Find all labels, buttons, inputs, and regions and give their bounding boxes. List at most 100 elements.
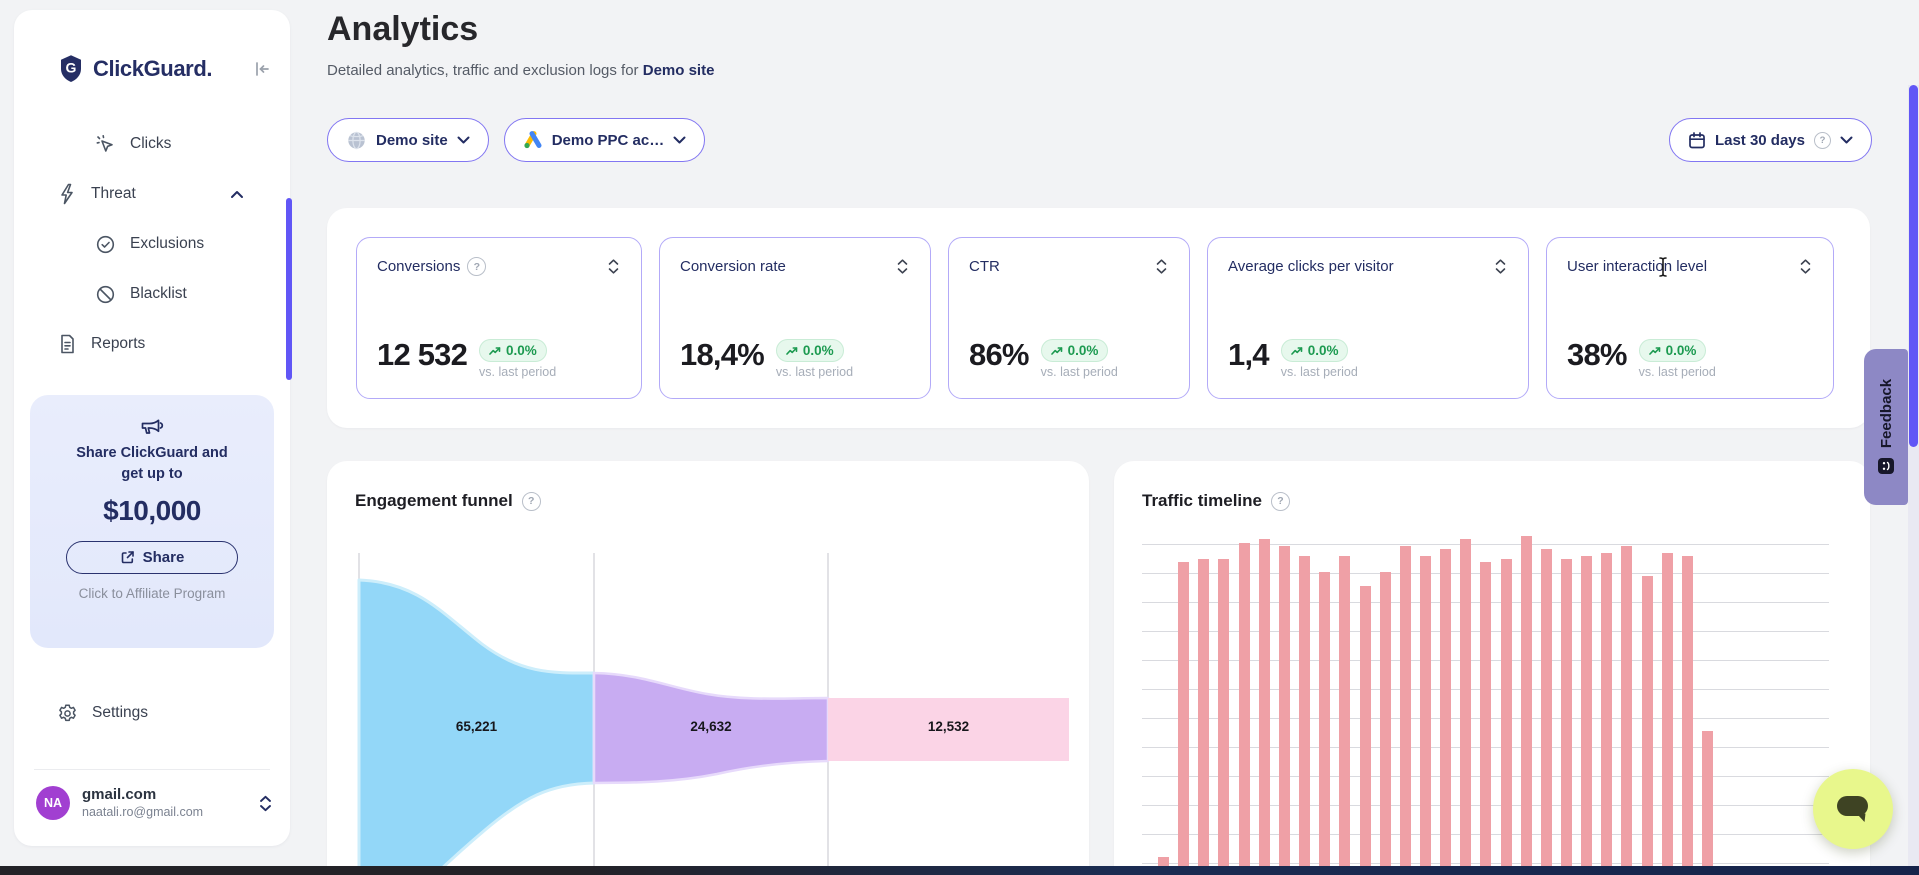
site-selector[interactable]: Demo site: [327, 118, 489, 162]
traffic-bar: [1581, 556, 1592, 875]
trend-up-icon: [786, 346, 798, 356]
traffic-bar: [1178, 562, 1189, 875]
traffic-bar: [1642, 576, 1653, 875]
gear-icon: [57, 703, 78, 724]
ban-icon: [95, 284, 116, 305]
sidebar-item-threat[interactable]: Threat: [14, 169, 290, 219]
trend-up-icon: [1291, 346, 1303, 356]
traffic-bar: [1682, 556, 1693, 875]
help-icon[interactable]: ?: [1814, 132, 1831, 149]
traffic-bar: [1319, 572, 1330, 875]
sidebar-item-exclusions[interactable]: Exclusions: [14, 219, 290, 269]
chevron-down-icon: [1840, 136, 1853, 144]
sidebar-item-blacklist[interactable]: Blacklist: [14, 269, 290, 319]
sidebar-item-clicks[interactable]: Clicks: [14, 119, 290, 169]
sort-icon[interactable]: [1798, 257, 1813, 276]
account-name: gmail.com: [82, 786, 203, 804]
funnel-stage-3-value: 12,532: [828, 719, 1069, 734]
traffic-bar: [1299, 556, 1310, 875]
svg-text:G: G: [66, 60, 77, 76]
funnel-title: Engagement funnel: [355, 491, 513, 511]
traffic-bar: [1239, 543, 1250, 875]
traffic-bar: [1440, 549, 1451, 875]
date-range-label: Last 30 days: [1715, 132, 1805, 149]
sidebar-item-reports[interactable]: Reports: [14, 319, 290, 369]
sidebar-collapse-button[interactable]: [252, 59, 272, 79]
kpi-label: User interaction level: [1567, 258, 1707, 275]
kpi-card-ctr: CTR 86% 0.0% vs. last period: [948, 237, 1190, 399]
share-button[interactable]: Share: [66, 541, 238, 574]
sidebar-item-label: Settings: [92, 704, 148, 722]
cursor-click-icon: [95, 134, 116, 155]
chevron-up-icon[interactable]: [230, 190, 244, 199]
kpi-delta-block: 0.0% vs. last period: [479, 339, 556, 379]
page-title: Analytics: [327, 10, 478, 49]
affiliate-promo-card[interactable]: Share ClickGuard and get up to $10,000 S…: [30, 395, 274, 648]
avatar: NA: [36, 786, 70, 820]
page-subtitle: Detailed analytics, traffic and exclusio…: [327, 62, 714, 79]
help-icon[interactable]: ?: [467, 257, 486, 276]
sort-icon[interactable]: [1154, 257, 1169, 276]
promo-caption: Click to Affiliate Program: [30, 586, 274, 601]
sidebar-item-settings[interactable]: Settings: [14, 689, 290, 737]
help-icon[interactable]: ?: [522, 492, 541, 511]
chevron-down-icon: [457, 136, 470, 144]
traffic-bars: [1142, 536, 1829, 875]
trend-badge: 0.0%: [1041, 339, 1109, 362]
date-range-selector[interactable]: Last 30 days ?: [1669, 118, 1872, 162]
kpi-value: 12 532: [377, 339, 467, 372]
share-button-label: Share: [143, 549, 185, 566]
kpi-panel: Conversions ? 12 532 0.0% vs. last perio…: [327, 208, 1870, 428]
chevron-up-down-icon: [259, 795, 272, 812]
traffic-bar: [1198, 559, 1209, 875]
kpi-delta-block: 0.0% vs. last period: [1281, 339, 1358, 379]
kpi-label: CTR: [969, 258, 1000, 275]
lightning-icon: [57, 183, 77, 205]
traffic-bar: [1279, 546, 1290, 875]
calendar-icon: [1688, 131, 1706, 150]
funnel-stage-1-value: 65,221: [359, 719, 594, 734]
traffic-bar: [1501, 559, 1512, 875]
feedback-label: Feedback: [1878, 379, 1895, 448]
ppc-account-label: Demo PPC ac…: [552, 132, 665, 149]
traffic-bar: [1702, 731, 1713, 875]
ppc-account-selector[interactable]: Demo PPC ac…: [504, 118, 706, 162]
kpi-delta-block: 0.0% vs. last period: [1041, 339, 1118, 379]
sort-icon[interactable]: [895, 257, 910, 276]
kpi-caption: vs. last period: [1639, 365, 1716, 379]
sidebar: G ClickGuard. Clicks Threat: [14, 10, 290, 846]
kpi-label: Average clicks per visitor: [1228, 258, 1394, 275]
trend-up-icon: [1649, 346, 1661, 356]
traffic-bar: [1339, 556, 1350, 875]
sidebar-scrollbar-thumb[interactable]: [286, 198, 292, 380]
subtitle-text: Detailed analytics, traffic and exclusio…: [327, 62, 639, 79]
trend-up-icon: [489, 346, 501, 356]
sort-icon[interactable]: [1493, 257, 1508, 276]
page-scrollbar-thumb[interactable]: [1909, 85, 1918, 447]
traffic-chart: [1142, 536, 1829, 875]
help-icon[interactable]: ?: [1271, 492, 1290, 511]
sidebar-item-label: Clicks: [130, 135, 171, 153]
traffic-bar: [1541, 549, 1552, 875]
page-scrollbar-track[interactable]: [1908, 85, 1919, 875]
kpi-delta-block: 0.0% vs. last period: [776, 339, 853, 379]
account-switcher[interactable]: NA gmail.com naatali.ro@gmail.com: [36, 786, 272, 820]
chat-bubble-icon: [1834, 793, 1872, 825]
sidebar-nav: Clicks Threat Exclusions: [14, 119, 290, 369]
kpi-caption: vs. last period: [1281, 365, 1358, 379]
chevron-down-icon: [673, 136, 686, 144]
sidebar-item-label: Exclusions: [130, 235, 204, 253]
site-selector-label: Demo site: [376, 132, 448, 149]
sort-icon[interactable]: [606, 257, 621, 276]
chat-launcher-button[interactable]: [1813, 769, 1893, 849]
kpi-value: 86%: [969, 339, 1029, 372]
kpi-card-conversion-rate: Conversion rate 18,4% 0.0% vs. last peri…: [659, 237, 931, 399]
sidebar-item-label: Threat: [91, 185, 136, 203]
trend-badge: 0.0%: [1639, 339, 1707, 362]
kpi-card-conversions: Conversions ? 12 532 0.0% vs. last perio…: [356, 237, 642, 399]
promo-text: Share ClickGuard and get up to: [30, 443, 274, 485]
trend-up-icon: [1051, 346, 1063, 356]
feedback-tab[interactable]: Feedback: [1864, 349, 1908, 505]
traffic-bar: [1601, 553, 1612, 875]
traffic-bar: [1218, 559, 1229, 875]
